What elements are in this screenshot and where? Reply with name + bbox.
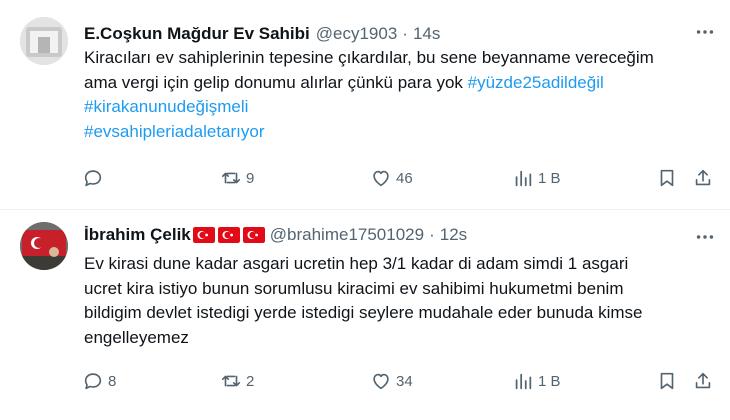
separator: · <box>402 24 408 43</box>
author-name[interactable]: İbrahim Çelik <box>84 225 191 245</box>
views-count: 1 B <box>538 372 561 390</box>
tweet-header: İbrahim Çelik @brahime17501029 · 12s <box>84 224 467 246</box>
like-button[interactable]: 34 <box>370 369 413 393</box>
reply-count: 8 <box>108 372 117 390</box>
avatar[interactable] <box>20 222 68 270</box>
like-count: 34 <box>396 372 413 390</box>
bookmark-button[interactable] <box>656 369 678 393</box>
tweet-text-line: engelleyemez <box>84 327 189 347</box>
heart-icon <box>373 170 389 187</box>
share-icon <box>695 372 711 389</box>
like-button[interactable]: 46 <box>370 166 413 190</box>
reply-button[interactable] <box>82 166 108 190</box>
bookmark-button[interactable] <box>656 166 678 190</box>
tweet-text-line: Kiracıları ev sahiplerinin tepesine çıka… <box>84 46 714 71</box>
repost-count: 9 <box>246 169 255 187</box>
repost-icon <box>221 172 241 184</box>
reply-button[interactable]: 8 <box>82 369 116 393</box>
more-icon[interactable] <box>694 21 716 43</box>
bookmark-icon <box>660 169 674 187</box>
tweet-text-line: #kirakanunudeğişmeli <box>84 95 714 120</box>
tweet-actions: 9 46 1 B <box>80 166 720 190</box>
author-name[interactable]: E.Coşkun Mağdur Ev Sahibi <box>84 24 310 44</box>
tweet-text-line: #evsahipleriadaletarıyor <box>84 120 714 145</box>
tweet-text-line: Ev kirasi dune kadar asgari ucretin hep … <box>84 254 629 273</box>
hashtag-link[interactable]: #kirakanunudeğişmeli <box>84 97 248 116</box>
timestamp[interactable]: 14s <box>413 24 440 44</box>
views-icon <box>515 373 532 390</box>
like-count: 46 <box>396 169 413 187</box>
hashtag-link[interactable]: #yüzde25adildeğil <box>468 73 604 92</box>
bookmark-icon <box>660 372 674 390</box>
tweet-text: Ev kirasi dune kadar asgari ucretin hep … <box>84 252 714 350</box>
hashtag-link[interactable]: #evsahipleriadaletarıyor <box>84 122 265 141</box>
tweet-text-line: ama vergi için gelip donumu alırlar çünk… <box>84 71 714 96</box>
views-button[interactable]: 1 B <box>512 166 561 190</box>
text-segment: ama vergi için gelip donumu alırlar çünk… <box>84 72 468 92</box>
more-icon[interactable] <box>694 226 716 248</box>
tweet-text: Kiracıları ev sahiplerinin tepesine çıka… <box>84 46 714 144</box>
views-count: 1 B <box>538 169 561 187</box>
turkey-flag-icon <box>242 227 265 243</box>
repost-button[interactable]: 9 <box>220 166 254 190</box>
separator: · <box>429 225 435 244</box>
repost-count: 2 <box>246 372 255 390</box>
views-icon <box>515 170 532 187</box>
reply-icon <box>84 170 102 187</box>
share-button[interactable] <box>692 369 714 393</box>
repost-icon <box>221 375 241 387</box>
timestamp[interactable]: 12s <box>440 225 467 245</box>
avatar[interactable] <box>20 17 68 65</box>
tweet-text-line: ucret kira istiyo bunun sorumlusu kiraci… <box>84 278 624 298</box>
tweet[interactable]: E.Coşkun Mağdur Ev Sahibi @ecy1903 · 14s… <box>0 0 730 210</box>
tweet-actions: 8 2 34 1 B <box>80 369 720 393</box>
flag-emojis <box>192 227 268 243</box>
views-button[interactable]: 1 B <box>512 369 561 393</box>
share-button[interactable] <box>692 166 714 190</box>
share-icon <box>695 169 711 186</box>
author-handle[interactable]: @ecy1903 <box>316 24 398 44</box>
tweet-text-line: bildigim devlet istedigi yerde istedigi … <box>84 303 643 322</box>
turkey-flag-icon <box>217 227 240 243</box>
heart-icon <box>373 373 389 390</box>
turkey-flag-icon <box>192 227 215 243</box>
text-segment: Kiracıları ev sahiplerinin tepesine çıka… <box>84 48 654 67</box>
repost-button[interactable]: 2 <box>220 369 254 393</box>
tweet-header: E.Coşkun Mağdur Ev Sahibi @ecy1903 · 14s <box>84 23 440 45</box>
reply-icon <box>84 373 102 390</box>
author-handle[interactable]: @brahime17501029 <box>270 225 424 245</box>
